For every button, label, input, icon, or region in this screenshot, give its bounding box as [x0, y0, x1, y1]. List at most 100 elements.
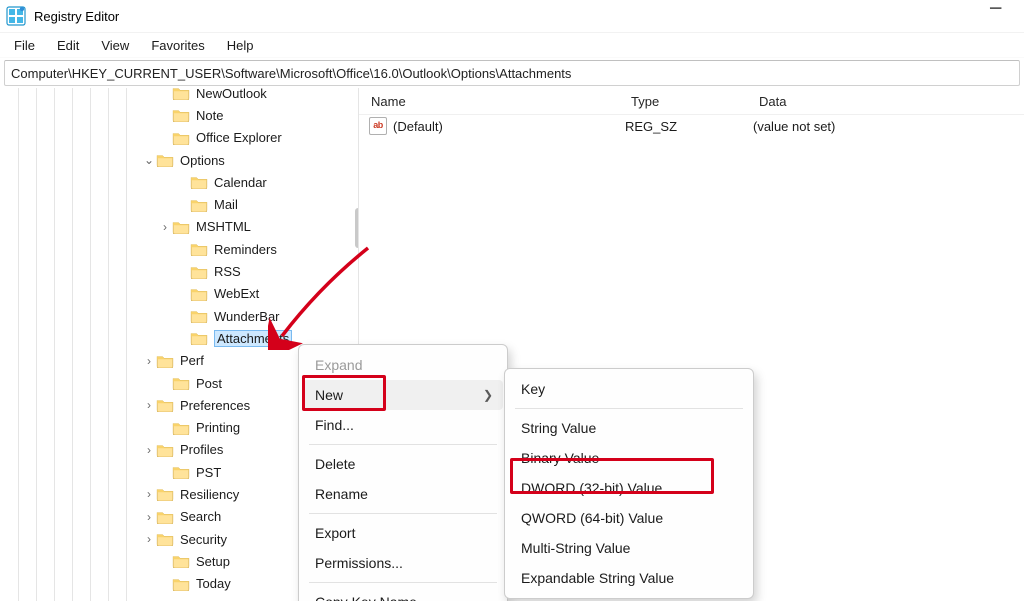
ctx-export[interactable]: Export	[303, 518, 503, 548]
folder-icon	[172, 577, 190, 591]
menu-view[interactable]: View	[91, 36, 139, 55]
context-menu: Expand New ❯ Find... Delete Rename Expor…	[298, 344, 508, 601]
tree-node-label: Resiliency	[180, 487, 239, 502]
col-data[interactable]: Data	[759, 94, 1024, 109]
tree-node[interactable]: NewOutlook	[0, 88, 358, 104]
ctx-new-binary[interactable]: Binary Value	[509, 443, 749, 473]
context-submenu-new: Key String Value Binary Value DWORD (32-…	[504, 368, 754, 599]
tree-node-label: Note	[196, 108, 223, 123]
folder-icon	[190, 242, 208, 256]
folder-icon	[172, 108, 190, 122]
list-row[interactable]: ab (Default) REG_SZ (value not set)	[359, 115, 1024, 137]
folder-icon	[156, 443, 174, 457]
tree-node[interactable]: WebExt	[0, 283, 358, 305]
tree-node-label: WunderBar	[214, 309, 280, 324]
folder-icon	[172, 465, 190, 479]
tree-node[interactable]: WunderBar	[0, 305, 358, 327]
tree-node[interactable]: Office Explorer	[0, 127, 358, 149]
ctx-rename[interactable]: Rename	[303, 479, 503, 509]
tree-node-label: Preferences	[180, 398, 250, 413]
tree-node-label: Attachments	[214, 330, 292, 347]
tree-node[interactable]: RSS	[0, 260, 358, 282]
folder-icon	[190, 309, 208, 323]
tree-node[interactable]: Reminders	[0, 238, 358, 260]
folder-icon	[190, 265, 208, 279]
folder-icon	[172, 131, 190, 145]
chevron-right-icon[interactable]: ›	[142, 532, 156, 546]
chevron-right-icon[interactable]: ›	[142, 487, 156, 501]
tree-node-label: Mail	[214, 197, 238, 212]
ctx-new-dword[interactable]: DWORD (32-bit) Value	[509, 473, 749, 503]
minimize-button[interactable]: ─	[990, 6, 1004, 20]
ctx-expand: Expand	[303, 350, 503, 380]
separator	[309, 444, 497, 445]
chevron-right-icon[interactable]: ›	[142, 443, 156, 457]
ctx-new-qword[interactable]: QWORD (64-bit) Value	[509, 503, 749, 533]
tree-node-label: RSS	[214, 264, 241, 279]
string-value-icon: ab	[369, 117, 387, 135]
list-header: Name Type Data	[359, 88, 1024, 115]
folder-icon	[156, 510, 174, 524]
menubar: File Edit View Favorites Help	[0, 33, 1024, 58]
ctx-find[interactable]: Find...	[303, 410, 503, 440]
menu-favorites[interactable]: Favorites	[141, 36, 214, 55]
folder-icon	[156, 153, 174, 167]
folder-icon	[190, 331, 208, 345]
ctx-new-string[interactable]: String Value	[509, 413, 749, 443]
ctx-new-key[interactable]: Key	[509, 374, 749, 404]
window-title: Registry Editor	[34, 9, 119, 24]
folder-icon	[172, 421, 190, 435]
tree-node-label: NewOutlook	[196, 88, 267, 101]
chevron-right-icon[interactable]: ›	[142, 398, 156, 412]
folder-icon	[190, 287, 208, 301]
ctx-delete[interactable]: Delete	[303, 449, 503, 479]
tree-node-label: Reminders	[214, 242, 277, 257]
value-type: REG_SZ	[625, 119, 753, 134]
tree-node[interactable]: Calendar	[0, 171, 358, 193]
tree-node[interactable]: Mail	[0, 193, 358, 215]
folder-icon	[172, 88, 190, 100]
chevron-right-icon: ❯	[483, 388, 493, 402]
menu-help[interactable]: Help	[217, 36, 264, 55]
ctx-new-multi[interactable]: Multi-String Value	[509, 533, 749, 563]
value-name: (Default)	[393, 119, 625, 134]
menu-edit[interactable]: Edit	[47, 36, 89, 55]
address-text: Computer\HKEY_CURRENT_USER\Software\Micr…	[11, 66, 571, 81]
tree-node-label: Calendar	[214, 175, 267, 190]
tree-node[interactable]: › MSHTML	[0, 216, 358, 238]
separator	[309, 513, 497, 514]
folder-icon	[172, 554, 190, 568]
tree-node-label: Today	[196, 576, 231, 591]
chevron-right-icon[interactable]: ›	[142, 510, 156, 524]
tree-node-label: Office Explorer	[196, 130, 282, 145]
tree-node-label: Perf	[180, 353, 204, 368]
menu-file[interactable]: File	[4, 36, 45, 55]
chevron-down-icon[interactable]: ⌄	[142, 153, 156, 167]
ctx-new-expand[interactable]: Expandable String Value	[509, 563, 749, 593]
address-bar[interactable]: Computer\HKEY_CURRENT_USER\Software\Micr…	[4, 60, 1020, 86]
col-name[interactable]: Name	[359, 94, 631, 109]
tree-node-label: Options	[180, 153, 225, 168]
ctx-permissions[interactable]: Permissions...	[303, 548, 503, 578]
folder-icon	[156, 487, 174, 501]
tree-node[interactable]: Note	[0, 104, 358, 126]
ctx-new[interactable]: New ❯	[303, 380, 503, 410]
folder-icon	[156, 354, 174, 368]
tree-node-label: WebExt	[214, 286, 259, 301]
chevron-right-icon[interactable]: ›	[158, 220, 172, 234]
separator	[515, 408, 743, 409]
tree-node-label: MSHTML	[196, 219, 251, 234]
folder-icon	[190, 175, 208, 189]
folder-icon	[190, 198, 208, 212]
client-area: NewOutlook Note Office Explorer ⌄ Options Cal…	[0, 88, 1024, 601]
tree-node-label: Post	[196, 376, 222, 391]
folder-icon	[156, 532, 174, 546]
ctx-copy-key-name[interactable]: Copy Key Name	[303, 587, 503, 601]
folder-icon	[172, 220, 190, 234]
tree-node[interactable]: ⌄ Options	[0, 149, 358, 171]
col-type[interactable]: Type	[631, 94, 759, 109]
tree-node-label: Setup	[196, 554, 230, 569]
titlebar: Registry Editor ─	[0, 0, 1024, 33]
tree-node-label: PST	[196, 465, 221, 480]
chevron-right-icon[interactable]: ›	[142, 354, 156, 368]
